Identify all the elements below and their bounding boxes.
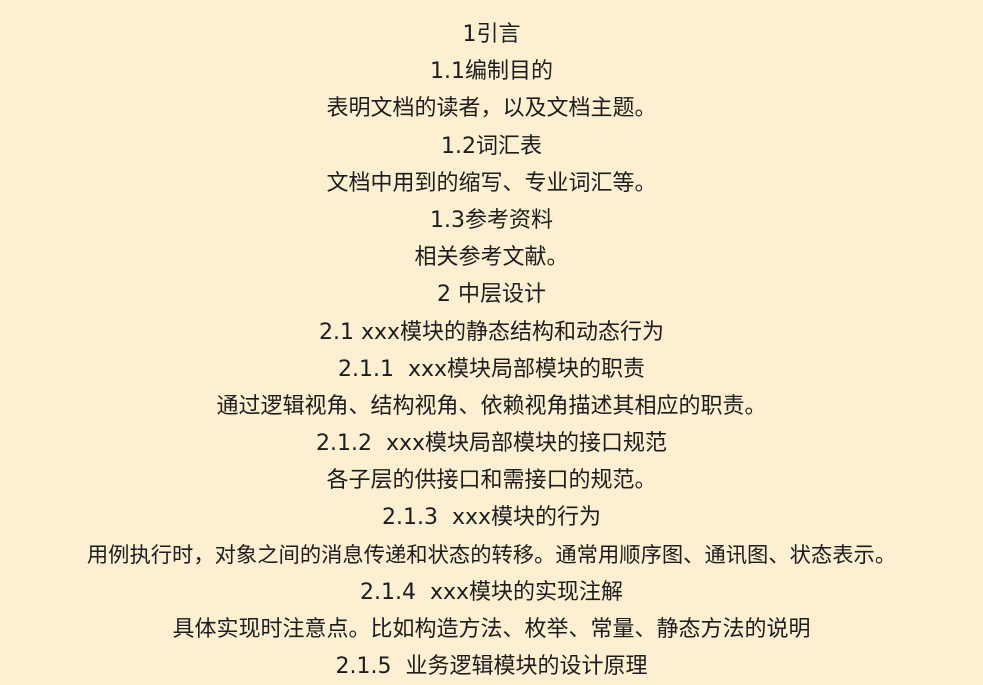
heading-responsibilities: 2.1.1 xxx模块局部模块的职责 <box>337 356 646 382</box>
paragraph-module-behavior: 用例执行时，对象之间的消息传递和状态的转移。通常用顺序图、通讯图、状态表示。 <box>86 542 897 568</box>
paragraph-interface-spec: 各子层的供接口和需接口的规范。 <box>326 468 657 494</box>
paragraph-references: 相关参考文献。 <box>414 245 569 271</box>
heading-references: 1.3参考资料 <box>430 207 553 233</box>
heading-introduction: 1引言 <box>462 22 521 47</box>
heading-interface-spec: 2.1.2 xxx模块局部模块的接口规范 <box>315 431 668 457</box>
paragraph-responsibilities: 通过逻辑视角、结构视角、依赖视角描述其相应的职责。 <box>216 393 767 419</box>
heading-mid-level-design: 2 中层设计 <box>437 282 546 308</box>
heading-purpose: 1.1编制目的 <box>430 59 553 85</box>
paragraph-implementation-notes: 具体实现时注意点。比如构造方法、枚举、常量、静态方法的说明 <box>172 617 811 642</box>
heading-design-principles: 2.1.5 业务逻辑模块的设计原理 <box>335 654 648 680</box>
paragraph-purpose: 表明文档的读者，以及文档主题。 <box>326 96 657 122</box>
heading-static-structure: 2.1 xxx模块的静态结构和动态行为 <box>318 319 665 345</box>
heading-glossary: 1.2词汇表 <box>441 133 542 159</box>
document-body: 1引言 1.1编制目的 表明文档的读者，以及文档主题。 1.2词汇表 文档中用到… <box>0 0 983 680</box>
paragraph-glossary: 文档中用到的缩写、专业词汇等。 <box>326 170 657 196</box>
heading-module-behavior: 2.1.3 xxx模块的行为 <box>381 505 602 531</box>
heading-implementation-notes: 2.1.4 xxx模块的实现注解 <box>359 579 624 605</box>
